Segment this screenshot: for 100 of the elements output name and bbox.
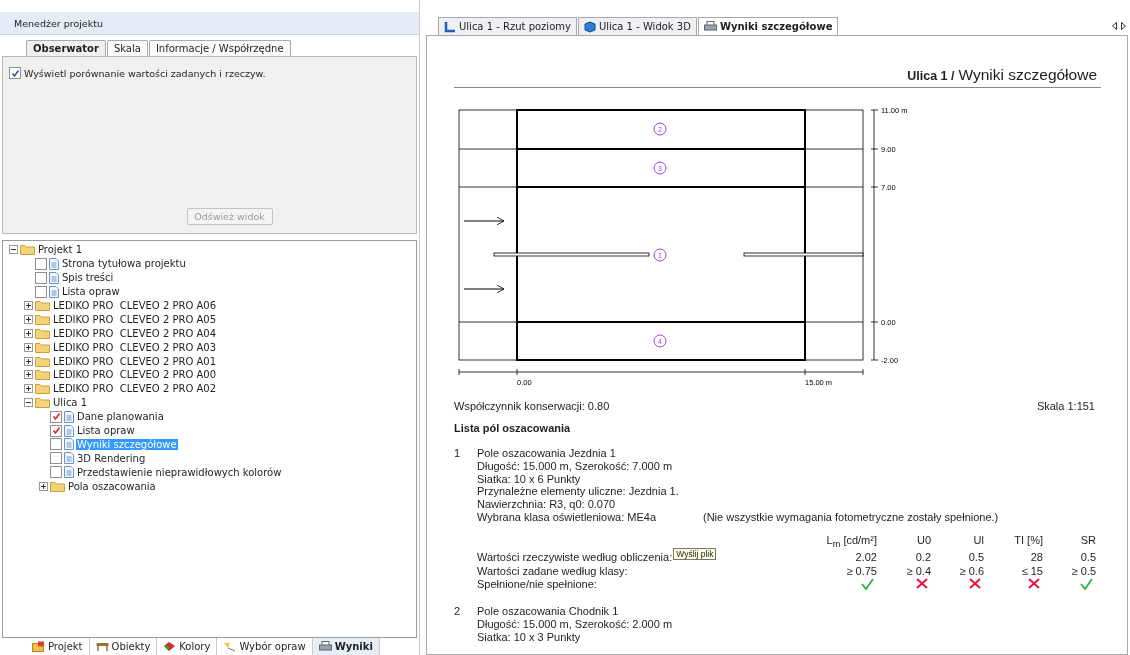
scroll-right-icon[interactable] (1121, 22, 1126, 30)
tree-item[interactable]: LEDIKO PRO CLEVEO 2 PRO A02 (52, 383, 218, 395)
table-icon (95, 641, 109, 652)
tooltip: Wyślij plik (673, 548, 717, 561)
tab[interactable]: Wyniki szczegółowe (697, 17, 839, 35)
field-detail: Przynależne elementy uliczne: Jezdnia 1. (477, 485, 680, 499)
tree-item[interactable]: Projekt 1 (37, 244, 84, 256)
tree-item[interactable]: Pola oszacowania (67, 480, 157, 492)
tree-item[interactable]: Strona tytułowa projektu (61, 258, 187, 270)
expand-icon[interactable] (24, 301, 33, 310)
tree-item[interactable]: LEDIKO PRO CLEVEO 2 PRO A06 (52, 300, 218, 311)
printer-icon (703, 21, 717, 32)
row-label: Spełnione/nie spełnione: (477, 578, 598, 592)
folder-icon (32, 641, 45, 652)
tab[interactable]: Ulica 1 - Widok 3D (577, 17, 697, 35)
section-title: Lista pól oszacowania (454, 422, 572, 434)
tab[interactable]: Wyniki (312, 638, 380, 655)
field-name: Pole oszacowania Chodnik 1 (477, 604, 620, 618)
tab[interactable]: Skala (106, 40, 148, 56)
table-cell-text: ≥ 0.6 (958, 564, 984, 579)
panel-title: Menedżer projektu (14, 17, 103, 29)
table-cell-text: ≥ 0.4 (905, 564, 931, 579)
document-icon (64, 452, 74, 465)
collapse-icon[interactable] (9, 245, 18, 255)
expand-icon[interactable] (24, 370, 33, 380)
row-label: Wartości zadane według klasy: (477, 564, 628, 579)
checkbox[interactable] (9, 67, 21, 79)
cube-icon (583, 20, 596, 33)
tab[interactable]: Obserwator (26, 40, 106, 56)
checkbox[interactable] (50, 438, 62, 451)
tree-item[interactable]: 3D Rendering (76, 452, 147, 464)
tab[interactable]: Ulica 1 - Rzut poziomy (438, 17, 577, 35)
floor-plan-icon (444, 20, 456, 33)
folder-icon (35, 369, 50, 381)
document-icon (64, 410, 74, 423)
field-detail: Długość: 15.000 m, Szerokość: 7.000 m (477, 459, 674, 473)
folder-icon (50, 480, 65, 492)
expand-icon[interactable] (39, 481, 48, 491)
tree-item[interactable]: LEDIKO PRO CLEVEO 2 PRO A04 (52, 327, 218, 339)
row-label: Wartości rzeczywiste według obliczenia: (477, 551, 673, 565)
column-header: SR (1079, 533, 1096, 548)
tree-item[interactable]: LEDIKO PRO CLEVEO 2 PRO A00 (52, 369, 218, 381)
report-title: Wyniki szczegółowe (958, 66, 1097, 84)
checkbox[interactable] (50, 410, 62, 423)
expand-icon[interactable] (24, 384, 33, 394)
field-detail: Siatka: 10 x 6 Punkty (477, 472, 582, 486)
folder-icon (35, 300, 50, 311)
folder-icon (35, 341, 50, 353)
checkbox-label: Wyświetl porównanie wartości zadanych i rzeczyw. (24, 67, 266, 79)
column-header: U0 (915, 533, 931, 548)
folder-icon (35, 327, 50, 339)
column-header: TI [%] (1013, 533, 1043, 548)
checkbox[interactable] (35, 257, 47, 270)
field-detail: Wybrana klasa oświetleniowa: ME4a (477, 511, 658, 524)
table-cell-text: 0.5 (1079, 551, 1096, 565)
table-cell-text: 28 (1029, 551, 1043, 565)
maintenance-factor: Współczynnik konserwacji: 0.80 (454, 400, 610, 412)
field-detail: Siatka: 10 x 3 Punkty (477, 630, 582, 644)
checkbox[interactable] (50, 452, 62, 465)
scale-text: Skala 1:151 (1036, 400, 1095, 412)
tree-item[interactable]: LEDIKO PRO CLEVEO 2 PRO A05 (52, 313, 218, 325)
tree-item[interactable]: Ulica 1 (52, 397, 89, 409)
lamp-icon (223, 641, 237, 652)
tree-item[interactable]: LEDIKO PRO CLEVEO 2 PRO A03 (52, 341, 218, 353)
document-icon (64, 438, 74, 451)
printer-icon (318, 641, 332, 652)
color-icon (163, 641, 177, 652)
scroll-left-icon[interactable] (1112, 22, 1117, 30)
tree-item[interactable]: Przedstawienie nieprawidłowych kolorów (76, 466, 283, 478)
expand-icon[interactable] (24, 342, 33, 352)
checkmark-icon (10, 68, 20, 78)
checkbox[interactable] (50, 424, 62, 437)
folder-icon (20, 244, 35, 256)
folder-icon (35, 313, 50, 325)
table-cell-text: ≤ 15 (1020, 564, 1043, 579)
table-cell-text: 2.02 (854, 551, 877, 565)
expand-icon[interactable] (24, 314, 33, 324)
field-detail: Nawierzchnia: R3, q0: 0.070 (477, 498, 617, 511)
expand-icon[interactable] (24, 356, 33, 366)
folder-icon (35, 355, 50, 367)
tree-item[interactable]: Spis treści (61, 272, 115, 284)
tab[interactable]: Informacje / Współrzędne (148, 40, 291, 56)
checkbox[interactable] (35, 285, 47, 298)
tree-item[interactable]: LEDIKO PRO CLEVEO 2 PRO A01 (52, 355, 218, 367)
document-icon (64, 466, 74, 479)
breadcrumb: Ulica 1 / (907, 69, 955, 83)
table-cell-text: 0.2 (914, 551, 931, 565)
tree-item[interactable]: Dane planowania (76, 411, 165, 423)
collapse-icon[interactable] (24, 398, 33, 408)
folder-icon (35, 383, 50, 395)
tree-item[interactable]: Lista opraw (76, 425, 136, 436)
checkbox[interactable] (35, 271, 47, 284)
checkbox[interactable] (50, 466, 62, 479)
column-header: L$_{m}$ [cd/m²] (825, 533, 877, 551)
tree-item[interactable]: Lista opraw (61, 286, 121, 298)
expand-icon[interactable] (24, 328, 33, 338)
column-header: Ul (972, 533, 984, 548)
document-icon (49, 257, 59, 270)
field-number: 2 (454, 604, 462, 619)
field-detail: Długość: 15.000 m, Szerokość: 2.000 m (477, 617, 674, 631)
